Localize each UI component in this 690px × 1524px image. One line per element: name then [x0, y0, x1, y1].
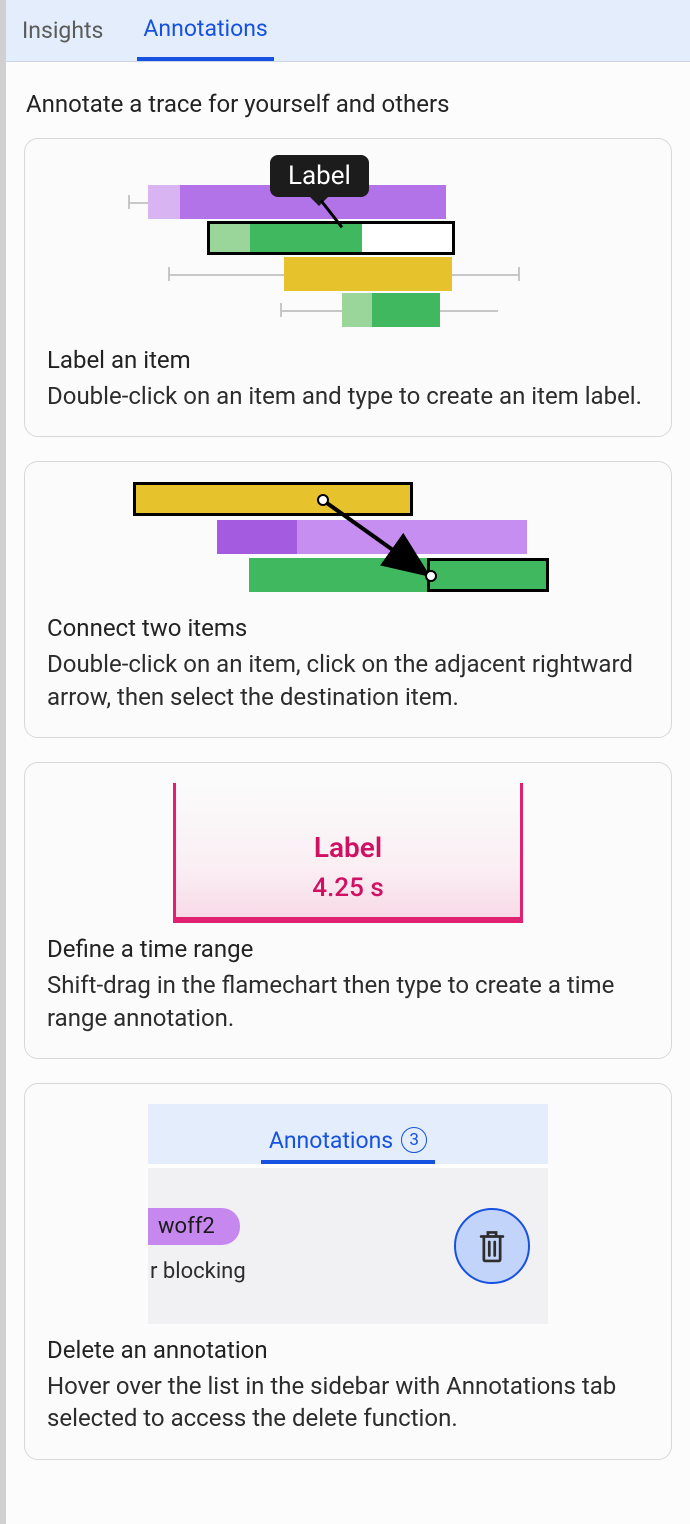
card-title: Label an item — [47, 346, 649, 374]
card-delete-annotation: Annotations 3 woff2 r blocking — [24, 1083, 672, 1460]
flame-illustration-label: Label — [128, 159, 568, 334]
card-label-item: Label Label an item Double-click on an i… — [24, 138, 672, 437]
tabs: Insights Annotations — [6, 0, 690, 62]
card-desc: Double-click on an item, click on the ad… — [47, 648, 649, 713]
card-desc: Shift-drag in the flamechart then type t… — [47, 969, 649, 1034]
content-area: Annotate a trace for yourself and others — [6, 62, 690, 1524]
card-title: Delete an annotation — [47, 1336, 649, 1364]
range-label: Label — [173, 831, 523, 864]
flame-illustration-connect — [133, 482, 563, 602]
annotation-row-text: r blocking — [148, 1259, 246, 1284]
range-duration: 4.25 s — [173, 873, 523, 903]
mini-tab-annotations: Annotations 3 — [261, 1127, 435, 1164]
card-desc: Hover over the list in the sidebar with … — [47, 1370, 649, 1435]
tab-insights[interactable]: Insights — [16, 0, 109, 61]
page-title: Annotate a trace for yourself and others — [26, 90, 672, 118]
label-tooltip: Label — [270, 155, 369, 197]
trash-icon — [475, 1227, 509, 1265]
card-desc: Double-click on an item and type to crea… — [47, 380, 649, 412]
card-time-range: Label 4.25 s Define a time range Shift-d… — [24, 762, 672, 1059]
card-title: Define a time range — [47, 935, 649, 963]
delete-illustration: Annotations 3 woff2 r blocking — [148, 1104, 548, 1324]
time-range-illustration: Label 4.25 s — [173, 783, 523, 923]
annotation-count-badge: 3 — [401, 1127, 427, 1153]
card-title: Connect two items — [47, 614, 649, 642]
annotation-tag: woff2 — [148, 1208, 240, 1245]
card-connect-items: Connect two items Double-click on an ite… — [24, 461, 672, 738]
tab-annotations[interactable]: Annotations — [137, 0, 273, 61]
delete-button[interactable] — [454, 1208, 530, 1284]
